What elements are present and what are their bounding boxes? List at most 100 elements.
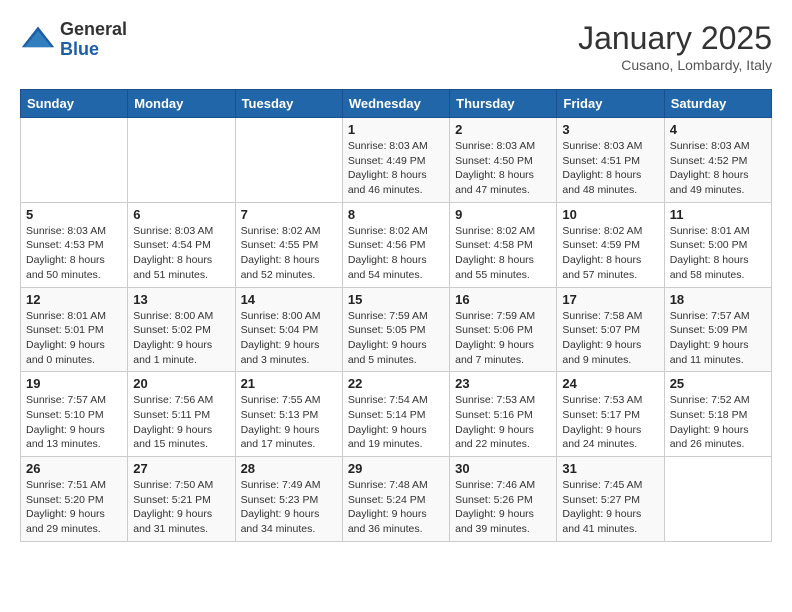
- day-cell: 30 Sunrise: 7:46 AM Sunset: 5:26 PM Dayli…: [450, 457, 557, 542]
- day-number: 1: [348, 122, 444, 137]
- week-row-1: 5 Sunrise: 8:03 AM Sunset: 4:53 PM Daylig…: [21, 202, 772, 287]
- day-cell: [235, 118, 342, 203]
- day-number: 10: [562, 207, 658, 222]
- day-info: Sunrise: 7:59 AM Sunset: 5:06 PM Dayligh…: [455, 309, 551, 368]
- day-info: Sunrise: 8:03 AM Sunset: 4:50 PM Dayligh…: [455, 139, 551, 198]
- day-info: Sunrise: 7:51 AM Sunset: 5:20 PM Dayligh…: [26, 478, 122, 537]
- day-number: 26: [26, 461, 122, 476]
- day-cell: 18 Sunrise: 7:57 AM Sunset: 5:09 PM Dayli…: [664, 287, 771, 372]
- day-number: 20: [133, 376, 229, 391]
- day-number: 19: [26, 376, 122, 391]
- day-cell: 25Sunrise: 7:52 AM Sunset: 5:18 PM Dayli…: [664, 372, 771, 457]
- day-info: Sunrise: 8:01 AM Sunset: 5:01 PM Dayligh…: [26, 309, 122, 368]
- day-cell: 9 Sunrise: 8:02 AM Sunset: 4:58 PM Daylig…: [450, 202, 557, 287]
- day-number: 28: [241, 461, 337, 476]
- day-info: Sunrise: 7:46 AM Sunset: 5:26 PM Dayligh…: [455, 478, 551, 537]
- day-number: 29: [348, 461, 444, 476]
- day-info: Sunrise: 7:57 AM Sunset: 5:10 PM Dayligh…: [26, 393, 122, 452]
- day-info: Sunrise: 7:57 AM Sunset: 5:09 PM Dayligh…: [670, 309, 766, 368]
- day-cell: 12 Sunrise: 8:01 AM Sunset: 5:01 PM Dayli…: [21, 287, 128, 372]
- logo-line2: Blue: [60, 40, 127, 60]
- day-cell: 20Sunrise: 7:56 AM Sunset: 5:11 PM Dayli…: [128, 372, 235, 457]
- day-cell: 7Sunrise: 8:02 AM Sunset: 4:55 PM Daylig…: [235, 202, 342, 287]
- day-cell: 4 Sunrise: 8:03 AM Sunset: 4:52 PM Daylig…: [664, 118, 771, 203]
- week-row-4: 26 Sunrise: 7:51 AM Sunset: 5:20 PM Dayli…: [21, 457, 772, 542]
- day-info: Sunrise: 8:02 AM Sunset: 4:58 PM Dayligh…: [455, 224, 551, 283]
- day-cell: 28 Sunrise: 7:49 AM Sunset: 5:23 PM Dayli…: [235, 457, 342, 542]
- week-row-0: 1 Sunrise: 8:03 AM Sunset: 4:49 PM Daylig…: [21, 118, 772, 203]
- day-info: Sunrise: 8:03 AM Sunset: 4:52 PM Dayligh…: [670, 139, 766, 198]
- day-number: 23: [455, 376, 551, 391]
- day-number: 4: [670, 122, 766, 137]
- month-title: January 2025: [578, 20, 772, 57]
- day-number: 31: [562, 461, 658, 476]
- calendar-body: 1 Sunrise: 8:03 AM Sunset: 4:49 PM Daylig…: [21, 118, 772, 542]
- day-number: 8: [348, 207, 444, 222]
- day-number: 11: [670, 207, 766, 222]
- calendar-header: SundayMondayTuesdayWednesdayThursdayFrid…: [21, 90, 772, 118]
- day-info: Sunrise: 8:00 AM Sunset: 5:02 PM Dayligh…: [133, 309, 229, 368]
- day-cell: 6Sunrise: 8:03 AM Sunset: 4:54 PM Daylig…: [128, 202, 235, 287]
- week-row-3: 19 Sunrise: 7:57 AM Sunset: 5:10 PM Dayli…: [21, 372, 772, 457]
- day-number: 17: [562, 292, 658, 307]
- day-number: 22: [348, 376, 444, 391]
- day-info: Sunrise: 7:53 AM Sunset: 5:16 PM Dayligh…: [455, 393, 551, 452]
- day-info: Sunrise: 7:52 AM Sunset: 5:18 PM Dayligh…: [670, 393, 766, 452]
- day-number: 5: [26, 207, 122, 222]
- day-info: Sunrise: 8:03 AM Sunset: 4:53 PM Dayligh…: [26, 224, 122, 283]
- day-info: Sunrise: 8:03 AM Sunset: 4:49 PM Dayligh…: [348, 139, 444, 198]
- day-info: Sunrise: 7:53 AM Sunset: 5:17 PM Dayligh…: [562, 393, 658, 452]
- location: Cusano, Lombardy, Italy: [578, 57, 772, 73]
- day-cell: 14 Sunrise: 8:00 AM Sunset: 5:04 PM Dayli…: [235, 287, 342, 372]
- day-cell: 29Sunrise: 7:48 AM Sunset: 5:24 PM Dayli…: [342, 457, 449, 542]
- day-number: 18: [670, 292, 766, 307]
- day-info: Sunrise: 7:49 AM Sunset: 5:23 PM Dayligh…: [241, 478, 337, 537]
- day-cell: 19 Sunrise: 7:57 AM Sunset: 5:10 PM Dayli…: [21, 372, 128, 457]
- day-number: 9: [455, 207, 551, 222]
- day-info: Sunrise: 8:00 AM Sunset: 5:04 PM Dayligh…: [241, 309, 337, 368]
- day-number: 12: [26, 292, 122, 307]
- day-cell: 17 Sunrise: 7:58 AM Sunset: 5:07 PM Dayli…: [557, 287, 664, 372]
- day-number: 24: [562, 376, 658, 391]
- week-row-2: 12 Sunrise: 8:01 AM Sunset: 5:01 PM Dayli…: [21, 287, 772, 372]
- day-number: 14: [241, 292, 337, 307]
- title-block: January 2025 Cusano, Lombardy, Italy: [578, 20, 772, 73]
- header-row: SundayMondayTuesdayWednesdayThursdayFrid…: [21, 90, 772, 118]
- day-cell: [664, 457, 771, 542]
- day-info: Sunrise: 8:02 AM Sunset: 4:55 PM Dayligh…: [241, 224, 337, 283]
- day-cell: 13 Sunrise: 8:00 AM Sunset: 5:02 PM Dayli…: [128, 287, 235, 372]
- day-cell: 21Sunrise: 7:55 AM Sunset: 5:13 PM Dayli…: [235, 372, 342, 457]
- page-header: General Blue January 2025 Cusano, Lombar…: [20, 20, 772, 73]
- day-info: Sunrise: 8:02 AM Sunset: 4:56 PM Dayligh…: [348, 224, 444, 283]
- day-info: Sunrise: 8:02 AM Sunset: 4:59 PM Dayligh…: [562, 224, 658, 283]
- day-number: 2: [455, 122, 551, 137]
- day-cell: 11Sunrise: 8:01 AM Sunset: 5:00 PM Dayli…: [664, 202, 771, 287]
- header-tuesday: Tuesday: [235, 90, 342, 118]
- day-number: 13: [133, 292, 229, 307]
- day-number: 6: [133, 207, 229, 222]
- header-thursday: Thursday: [450, 90, 557, 118]
- header-saturday: Saturday: [664, 90, 771, 118]
- day-cell: 22Sunrise: 7:54 AM Sunset: 5:14 PM Dayli…: [342, 372, 449, 457]
- logo: General Blue: [20, 20, 127, 60]
- day-info: Sunrise: 8:03 AM Sunset: 4:51 PM Dayligh…: [562, 139, 658, 198]
- day-info: Sunrise: 7:55 AM Sunset: 5:13 PM Dayligh…: [241, 393, 337, 452]
- day-cell: 2 Sunrise: 8:03 AM Sunset: 4:50 PM Daylig…: [450, 118, 557, 203]
- day-cell: 5 Sunrise: 8:03 AM Sunset: 4:53 PM Daylig…: [21, 202, 128, 287]
- day-cell: [21, 118, 128, 203]
- header-sunday: Sunday: [21, 90, 128, 118]
- logo-icon: [20, 22, 56, 58]
- day-cell: 16 Sunrise: 7:59 AM Sunset: 5:06 PM Dayli…: [450, 287, 557, 372]
- day-cell: 23 Sunrise: 7:53 AM Sunset: 5:16 PM Dayli…: [450, 372, 557, 457]
- day-number: 30: [455, 461, 551, 476]
- day-cell: 27Sunrise: 7:50 AM Sunset: 5:21 PM Dayli…: [128, 457, 235, 542]
- day-cell: 15Sunrise: 7:59 AM Sunset: 5:05 PM Dayli…: [342, 287, 449, 372]
- day-cell: 24 Sunrise: 7:53 AM Sunset: 5:17 PM Dayli…: [557, 372, 664, 457]
- day-number: 16: [455, 292, 551, 307]
- day-cell: 1 Sunrise: 8:03 AM Sunset: 4:49 PM Daylig…: [342, 118, 449, 203]
- day-info: Sunrise: 7:58 AM Sunset: 5:07 PM Dayligh…: [562, 309, 658, 368]
- header-monday: Monday: [128, 90, 235, 118]
- day-info: Sunrise: 7:59 AM Sunset: 5:05 PM Dayligh…: [348, 309, 444, 368]
- header-friday: Friday: [557, 90, 664, 118]
- day-cell: 26 Sunrise: 7:51 AM Sunset: 5:20 PM Dayli…: [21, 457, 128, 542]
